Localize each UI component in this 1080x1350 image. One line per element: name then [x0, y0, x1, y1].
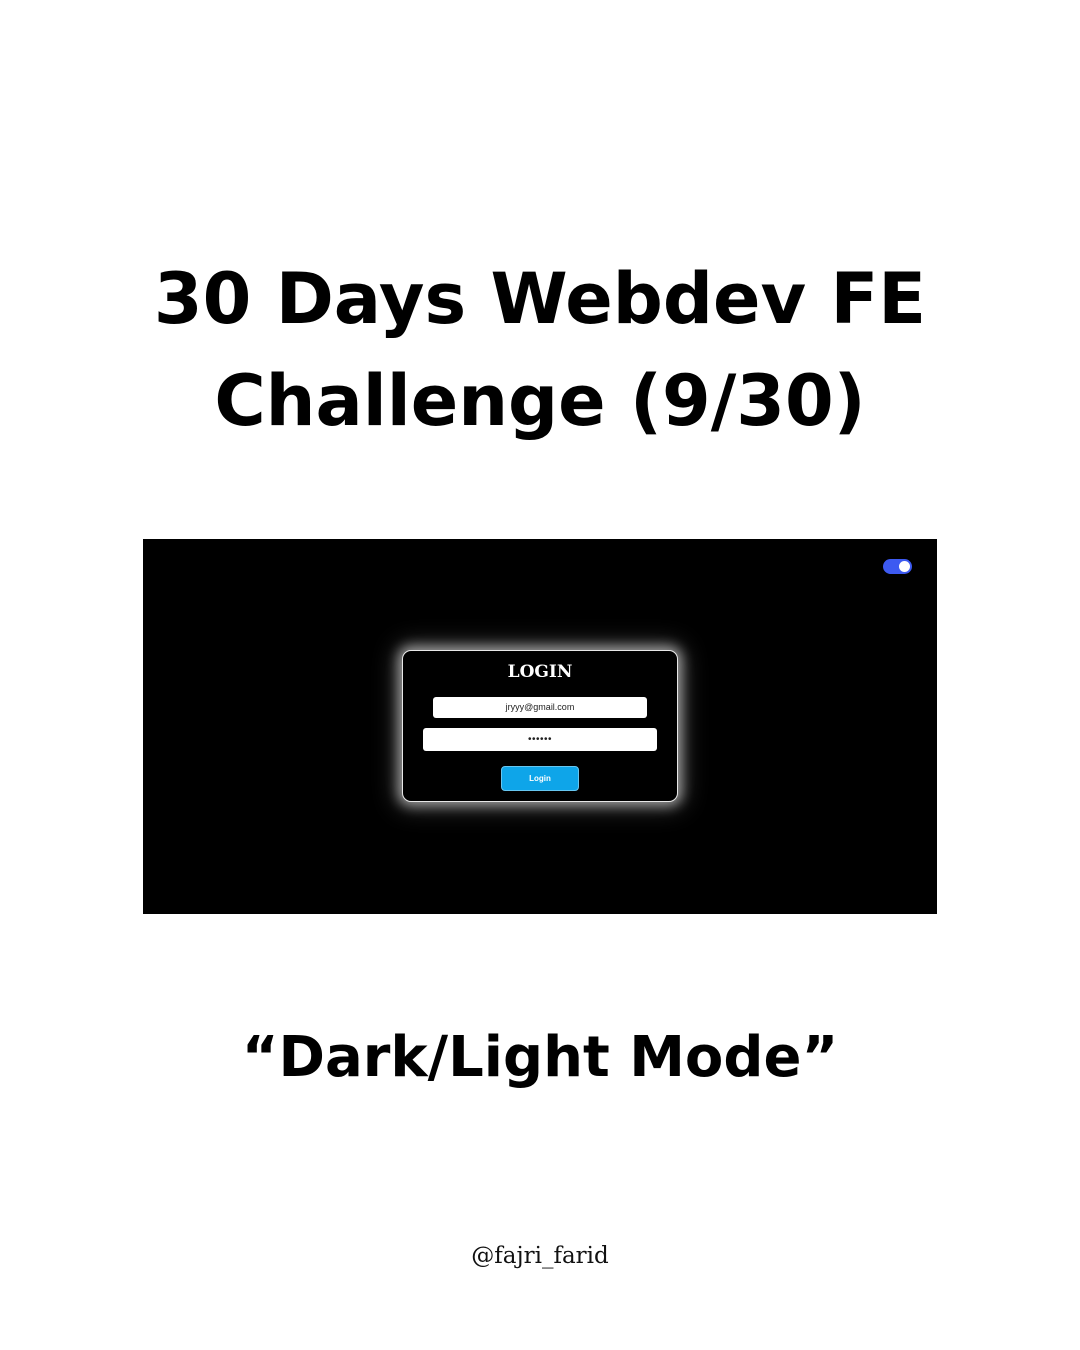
- author-handle: @fajri_farid: [471, 1243, 609, 1269]
- title-line-1: 30 Days Webdev FE: [153, 258, 927, 340]
- page-title: 30 Days Webdev FE Challenge (9/30): [0, 248, 1080, 452]
- theme-toggle-switch[interactable]: [883, 559, 912, 574]
- login-card: LOGIN jryyy@gmail.com •••••• Login: [402, 650, 678, 802]
- password-field[interactable]: ••••••: [423, 728, 657, 751]
- login-title: LOGIN: [507, 662, 573, 682]
- app-screenshot-preview: LOGIN jryyy@gmail.com •••••• Login: [143, 539, 937, 914]
- login-button[interactable]: Login: [501, 766, 579, 791]
- challenge-subtitle: “Dark/Light Mode”: [241, 1025, 839, 1090]
- toggle-knob: [899, 561, 910, 572]
- email-field[interactable]: jryyy@gmail.com: [433, 697, 647, 718]
- title-line-2: Challenge (9/30): [214, 360, 866, 442]
